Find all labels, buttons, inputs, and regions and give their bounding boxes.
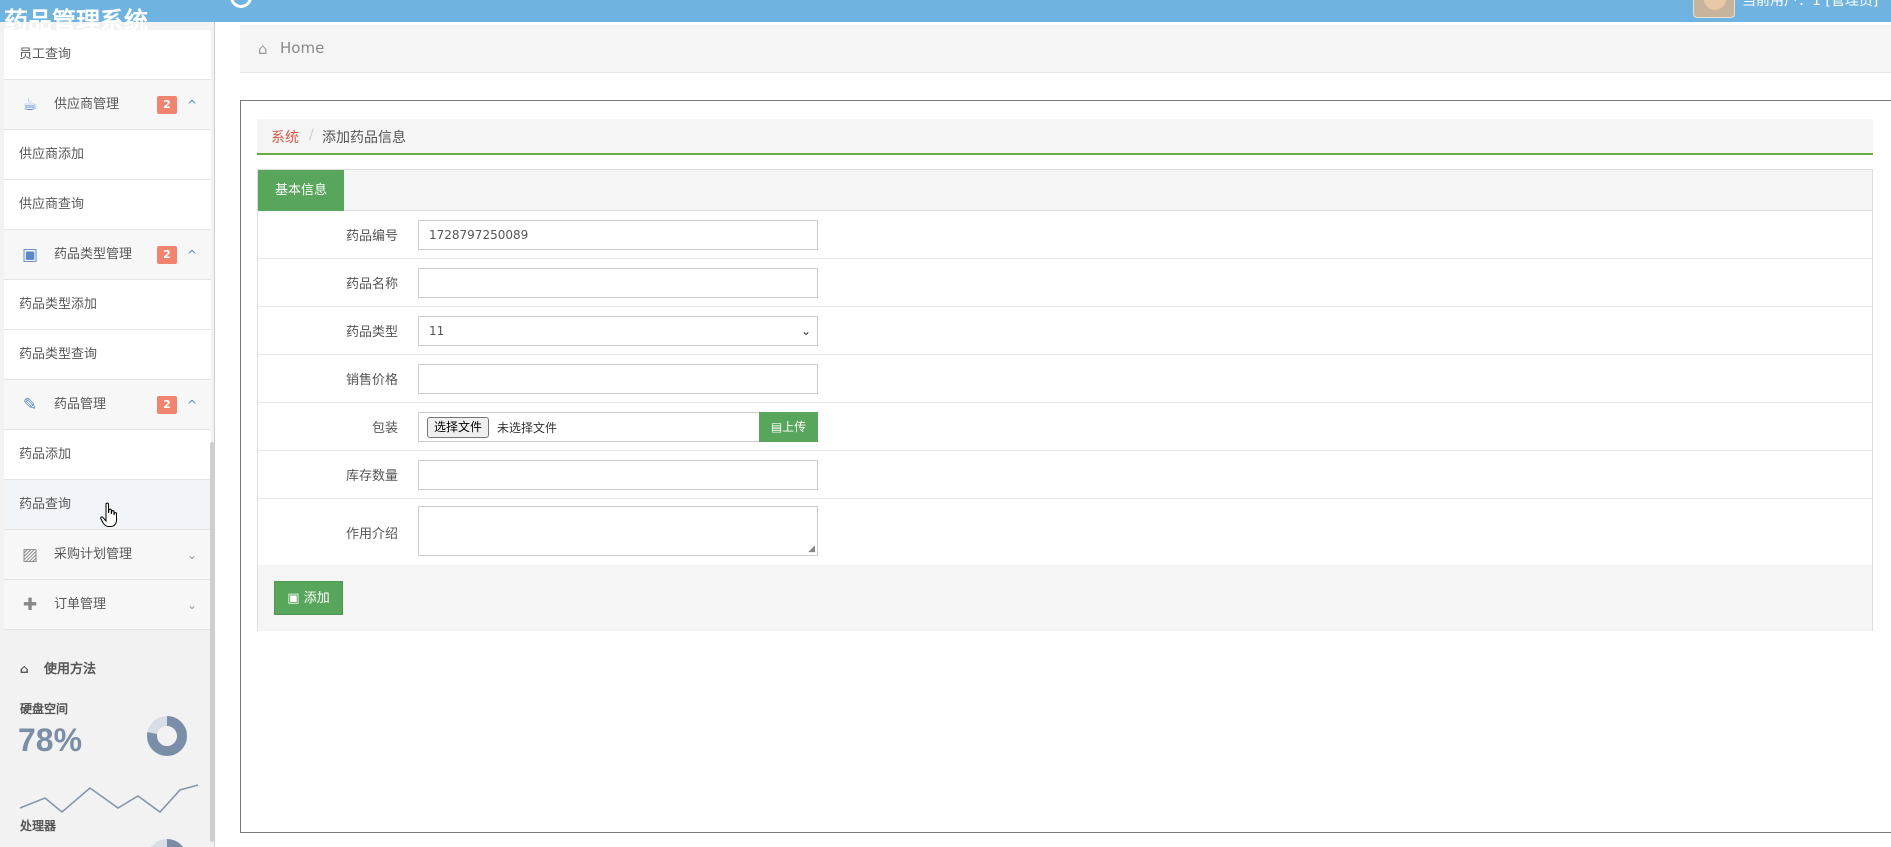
sidebar-group-label: 采购计划管理 — [54, 547, 133, 562]
name-label: 药品名称 — [345, 277, 398, 292]
sale-price-input[interactable] — [418, 364, 818, 394]
choose-file-button[interactable]: 选择文件 — [427, 417, 490, 438]
drug-code-input[interactable]: 1728797250089 — [418, 220, 818, 250]
description-label: 作用介绍 — [345, 527, 398, 542]
home-icon: ⌂ — [258, 40, 268, 58]
form-row-name: 药品名称 — [258, 259, 1872, 307]
resize-grip-icon[interactable]: ◢ — [808, 545, 815, 554]
form-row-package: 包装 选择文件 未选择文件 ▤上传 — [258, 403, 1872, 451]
disk-usage-donut — [147, 716, 187, 756]
disk-space-value: 78% — [18, 722, 83, 758]
sidebar-group-label: 供应商管理 — [54, 97, 120, 112]
sidebar-group[interactable]: ✎ 药品管理 2 ^ — [4, 380, 211, 430]
picture-icon: ▨ — [21, 545, 39, 565]
app-brand-title: 药品管理系统 — [4, 7, 148, 35]
sidebar-item-label: 供应商查询 — [19, 197, 85, 212]
sidebar-item-label: 药品类型添加 — [19, 297, 98, 312]
drug-name-input[interactable] — [418, 268, 818, 298]
sidebar-item-label: 药品添加 — [19, 447, 72, 462]
tab-basic-info[interactable]: 基本信息 — [258, 170, 344, 211]
user-info-text[interactable]: 当前用户：1 [管理员] — [1742, 0, 1878, 10]
form-row-code: 药品编号 1728797250089 — [258, 211, 1872, 259]
form-row-stock: 库存数量 — [258, 451, 1872, 499]
breadcrumb: ⌂ Home — [240, 25, 1891, 73]
stock-quantity-input[interactable] — [418, 460, 818, 490]
sidebar-group[interactable]: ✚ 订单管理 ⌄ — [4, 580, 211, 630]
breadcrumb-separator: / — [309, 127, 314, 143]
help-label: 使用方法 — [44, 662, 97, 677]
sidebar-group-label: 药品管理 — [54, 397, 107, 412]
description-textarea[interactable]: ◢ — [418, 506, 818, 556]
code-label: 药品编号 — [345, 229, 398, 244]
sidebar-item[interactable]: 员工查询 — [4, 30, 211, 80]
sidebar-item[interactable]: 药品类型查询 — [4, 330, 211, 380]
chevron-down-icon: ⌄ — [800, 324, 811, 338]
sidebar-item-label: 供应商添加 — [19, 147, 85, 162]
breadcrumb-root-link[interactable]: 系统 — [271, 127, 299, 147]
drug-type-select[interactable]: 11 ⌄ — [418, 316, 818, 346]
form-row-type: 药品类型 11 ⌄ — [258, 307, 1872, 355]
price-label: 销售价格 — [345, 373, 398, 388]
add-drug-form: 基本信息 药品编号 1728797250089 药品名称 药品类型 11 ⌄ 销… — [257, 169, 1873, 631]
file-status-text: 未选择文件 — [497, 421, 558, 435]
page-breadcrumb: 系统 / 添加药品信息 — [257, 119, 1873, 155]
chevron-up-icon: ^ — [186, 98, 198, 112]
count-badge: 2 — [157, 396, 177, 414]
sparkline-path — [20, 784, 199, 814]
coffee-cup-icon: ☕ — [22, 95, 38, 115]
camera-icon: ▣ — [21, 245, 39, 265]
power-icon[interactable] — [230, 0, 252, 8]
pencil-icon: ✎ — [22, 395, 38, 415]
chevron-down-icon: ⌄ — [186, 598, 198, 612]
upload-label: 上传 — [782, 420, 807, 434]
sidebar-help-link[interactable]: ⌂ 使用方法 — [20, 658, 96, 677]
type-label: 药品类型 — [345, 325, 398, 340]
sidebar-item[interactable]: 供应商添加 — [4, 130, 211, 180]
sidebar-group[interactable]: ▨ 采购计划管理 ⌄ — [4, 530, 211, 580]
sidebar-scrollbar[interactable] — [210, 442, 214, 842]
user-avatar[interactable] — [1693, 0, 1735, 18]
add-submit-button[interactable]: ▣ 添加 — [274, 581, 343, 615]
plus-icon: ✚ — [22, 595, 38, 615]
top-navbar: 当前用户：1 [管理员] — [0, 0, 1891, 22]
chevron-up-icon: ^ — [186, 248, 198, 262]
form-tab-bar: 基本信息 — [258, 170, 1872, 211]
hand-cursor-icon — [100, 502, 117, 527]
sidebar-item-label: 药品查询 — [19, 497, 72, 512]
breadcrumb-home-link[interactable]: Home — [280, 39, 324, 57]
save-icon: ▣ — [287, 591, 300, 606]
sidebar-item-label: 药品类型查询 — [19, 347, 98, 362]
sidebar-group-label: 药品类型管理 — [54, 247, 133, 262]
sidebar-group-label: 订单管理 — [54, 597, 107, 612]
sidebar-group[interactable]: ☕ 供应商管理 2 ^ — [4, 80, 211, 130]
chevron-up-icon: ^ — [186, 398, 198, 412]
form-row-price: 销售价格 — [258, 355, 1872, 403]
form-row-description: 作用介绍 ◢ — [258, 499, 1872, 565]
add-submit-label: 添加 — [303, 591, 330, 606]
file-icon: ▤ — [770, 420, 783, 434]
drug-type-selected: 11 — [429, 324, 445, 338]
sidebar-item[interactable]: 供应商查询 — [4, 180, 211, 230]
cpu-usage-donut — [151, 839, 183, 847]
upload-button[interactable]: ▤上传 — [759, 412, 818, 442]
form-actions: ▣ 添加 — [258, 565, 1872, 631]
count-badge: 2 — [157, 246, 177, 264]
count-badge: 2 — [157, 96, 177, 114]
sidebar: 员工查询 ☕ 供应商管理 2 ^ 供应商添加 供应商查询 ▣ 药品类型管理 2 ^ 药品类型添加 药品类… — [0, 22, 215, 847]
sidebar-item[interactable]: 药品类型添加 — [4, 280, 211, 330]
sidebar-group[interactable]: ▣ 药品类型管理 2 ^ — [4, 230, 211, 280]
home-icon: ⌂ — [20, 662, 29, 676]
sidebar-item-label: 员工查询 — [19, 47, 72, 62]
disk-space-title: 硬盘空间 — [20, 702, 69, 716]
sidebar-item[interactable]: 药品添加 — [4, 430, 211, 480]
chevron-down-icon: ⌄ — [186, 548, 198, 562]
package-file-input: 选择文件 未选择文件 — [418, 412, 760, 442]
stock-label: 库存数量 — [345, 469, 398, 484]
page-title: 添加药品信息 — [322, 130, 406, 146]
cpu-title: 处理器 — [20, 819, 57, 833]
package-label: 包装 — [371, 421, 398, 436]
